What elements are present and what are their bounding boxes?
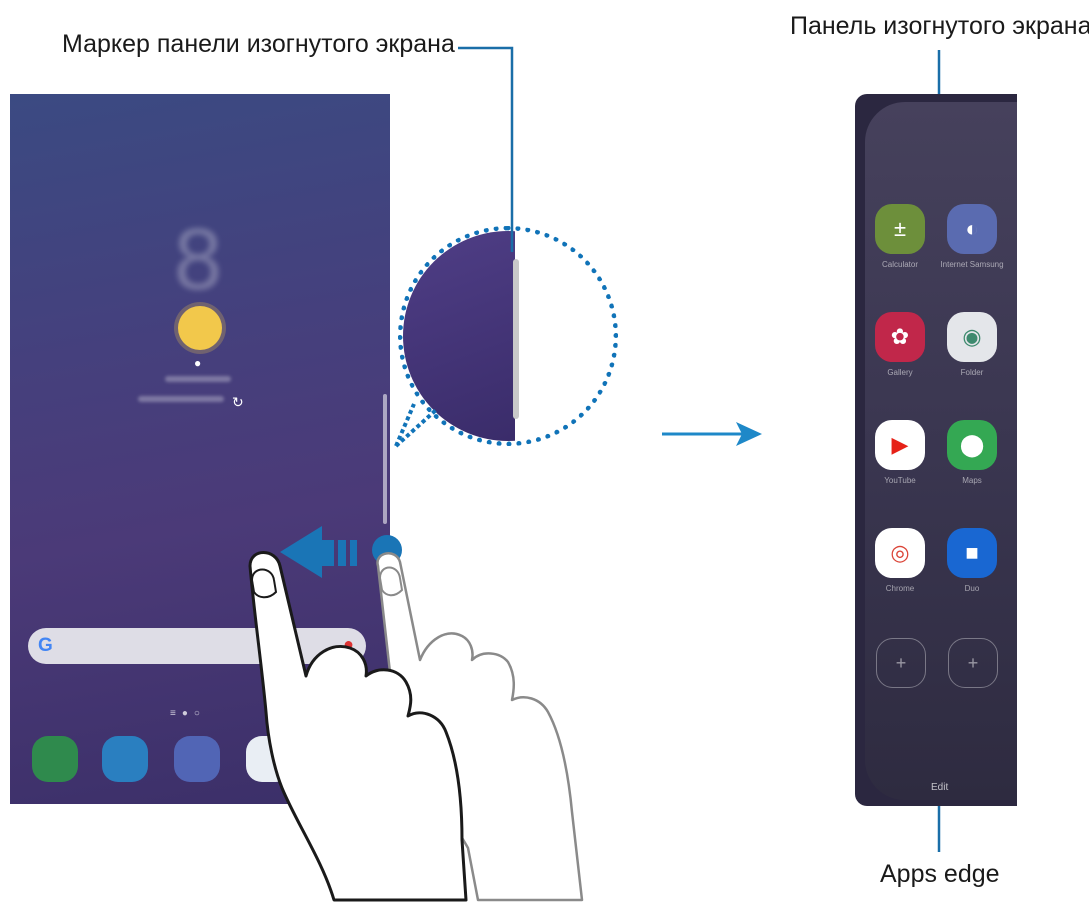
swipe-hand-icon: [248, 551, 468, 902]
edge-handle-callout-line: [458, 46, 514, 252]
magnifier-pointer-line: [394, 408, 438, 448]
swipe-left-arrow-icon: [280, 526, 357, 578]
annotation-overlay: [248, 46, 941, 902]
transition-arrow-icon: [662, 422, 762, 446]
